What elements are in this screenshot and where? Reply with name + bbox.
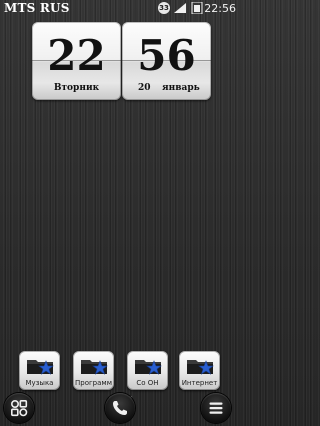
clock-minutes: 56 (137, 31, 196, 80)
status-bar: MTS RUS 33 22:56 (0, 0, 240, 17)
app-label: Со ОН (136, 379, 159, 387)
app-label: Интернет (181, 379, 218, 387)
call-button[interactable] (105, 393, 135, 423)
folder-star-icon (187, 360, 214, 375)
app-label: Программ (75, 379, 112, 387)
menu-icon (209, 402, 223, 414)
apps-grid-icon (10, 399, 28, 417)
clock-minutes-card[interactable]: 56 20 январь (122, 22, 211, 100)
app-shortcut-programs[interactable]: Программ (73, 351, 114, 390)
menu-button[interactable] (201, 393, 231, 423)
phone-icon (113, 401, 127, 415)
notification-badge[interactable]: 33 (158, 2, 170, 14)
status-time: 22:56 (204, 2, 236, 15)
clock-weekday: Вторник (53, 83, 100, 93)
apps-button[interactable] (4, 393, 34, 423)
folder-star-icon (81, 360, 108, 375)
signal-icon (174, 3, 186, 13)
app-label: Музыка (25, 379, 54, 387)
battery-icon (191, 2, 203, 14)
clock-day: 20 (138, 83, 151, 93)
operator-name: MTS RUS (4, 1, 70, 15)
app-shortcut-internet[interactable]: Интернет (179, 351, 220, 390)
clock-month: январь (162, 83, 200, 93)
folder-star-icon (135, 360, 162, 375)
app-shortcut-so-on[interactable]: Со ОН (127, 351, 168, 390)
clock-hours-card[interactable]: 22 Вторник (32, 22, 121, 100)
clock-hours: 22 (47, 31, 106, 80)
folder-star-icon (27, 360, 54, 375)
app-shortcut-music[interactable]: Музыка (19, 351, 60, 390)
